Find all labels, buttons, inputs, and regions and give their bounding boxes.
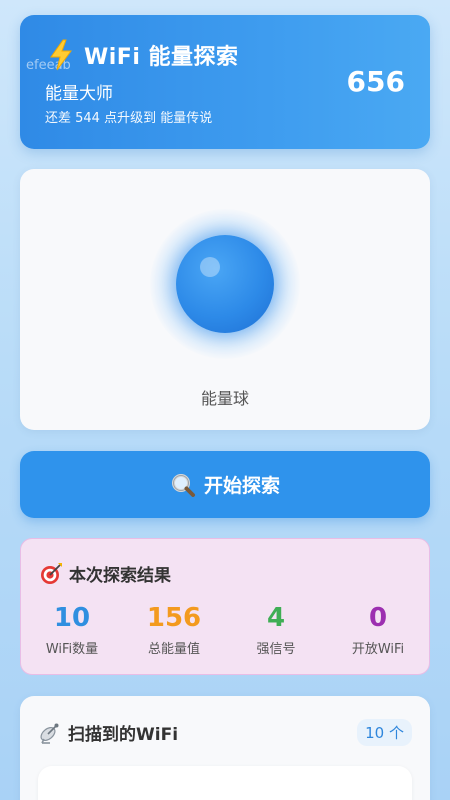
app-title: WiFi 能量探索 [48,39,239,71]
energy-orb[interactable] [176,235,274,333]
satellite-icon [40,723,59,744]
stat-strong-signal: 4 强信号 [225,602,327,657]
wifi-list-header: 扫描到的WiFi [38,720,178,745]
stat-label: 开放WiFi [351,642,405,657]
stat-wifi-count: 10 WiFi数量 [21,602,123,657]
stat-value: 0 [368,603,388,633]
target-icon [41,562,62,584]
orb-label: 能量球 [200,389,249,408]
start-explore-label: 开始探索 [203,475,280,497]
app-title-text: WiFi 能量探索 [84,45,239,70]
results-card: 本次探索结果 10 WiFi数量 156 总能量值 4 强信号 0 开放WiFi [20,538,430,675]
stat-total-energy: 156 总能量值 [123,602,225,657]
orb-highlight [200,257,220,277]
stat-label: 总能量值 [147,642,200,657]
stat-label: WiFi数量 [45,642,99,657]
stat-open-wifi: 0 开放WiFi [327,602,429,657]
wifi-count-badge: 10 个 [357,719,412,746]
stat-value: 156 [146,603,202,633]
energy-score: 656 [346,65,405,98]
lightning-bolt-icon [50,39,72,71]
wifi-list-title: 扫描到的WiFi [68,725,179,745]
list-item[interactable] [38,766,412,800]
header-card: efeeab WiFi 能量探索 能量大师 还差 544 点升级到 能量传说 6… [20,15,430,149]
wifi-list-card: 扫描到的WiFi 10 个 [20,696,430,800]
stat-value: 4 [266,603,286,633]
stat-value: 10 [53,603,91,633]
magnifier-icon [171,473,195,497]
start-explore-button[interactable]: 开始探索 [20,451,430,518]
results-title: 本次探索结果 [69,566,171,586]
level-name: 能量大师 [45,84,113,104]
level-hint: 还差 544 点升级到 能量传说 [45,111,213,126]
stat-label: 强信号 [256,642,296,657]
stats-row: 10 WiFi数量 156 总能量值 4 强信号 0 开放WiFi [21,602,429,657]
energy-orb-card: 能量球 [20,169,430,430]
results-header: 本次探索结果 [39,561,171,586]
